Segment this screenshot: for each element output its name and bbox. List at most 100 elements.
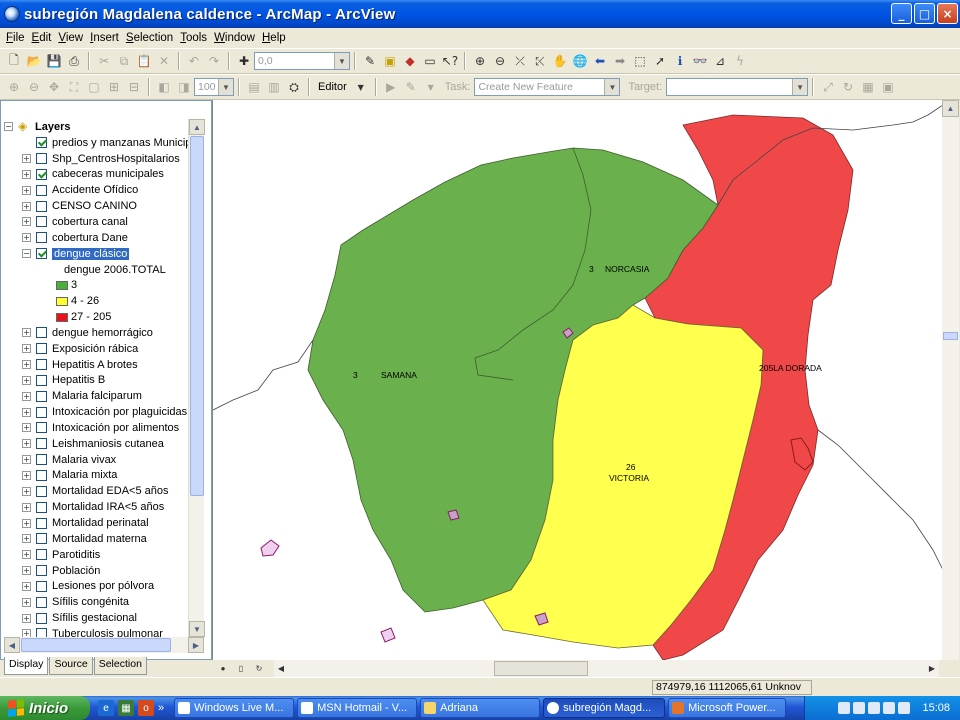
undo-icon[interactable]: ↶ [185, 52, 203, 70]
layer-visibility-checkbox[interactable] [36, 248, 47, 260]
scrollbar-thumb[interactable] [21, 638, 171, 652]
collapse-icon[interactable]: − [22, 249, 31, 259]
layer-name[interactable]: Sífilis congénita [52, 596, 129, 608]
sketch-tool-icon[interactable]: ✎ [402, 78, 420, 96]
start-button[interactable]: Inicio [0, 696, 90, 720]
minimize-button[interactable]: _ [891, 3, 912, 24]
layer-row[interactable]: + Sífilis congénita [4, 594, 192, 610]
expand-icon[interactable]: + [22, 470, 31, 480]
layout-view-icon[interactable]: ▯ [234, 662, 248, 676]
expand-icon[interactable]: + [22, 233, 31, 243]
toc-horizontal-scrollbar[interactable]: ◀ ▶ [4, 637, 204, 653]
menu-window[interactable]: Window [214, 32, 255, 44]
fixed-zoom-page-icon[interactable]: ⊞ [105, 78, 123, 96]
layer-name[interactable]: Mortalidad materna [52, 533, 147, 545]
layer-row[interactable]: + cobertura Dane [4, 230, 192, 246]
layer-visibility-checkbox[interactable] [36, 596, 47, 608]
add-data-icon[interactable]: ✚ [235, 52, 253, 70]
measure-icon[interactable]: ⊿ [711, 52, 729, 70]
expand-icon[interactable]: + [22, 391, 31, 401]
refresh-icon[interactable]: ↻ [252, 662, 266, 676]
layer-name[interactable]: Sífilis gestacional [52, 612, 137, 624]
arctoolbox-icon[interactable]: ◆ [401, 52, 419, 70]
expand-icon[interactable]: + [22, 154, 31, 164]
expand-icon[interactable]: + [22, 439, 31, 449]
command-line-icon[interactable]: ▭ [421, 52, 439, 70]
collapse-icon[interactable]: − [4, 122, 13, 132]
layer-row[interactable]: + Parotiditis [4, 547, 192, 563]
menu-selection[interactable]: Selection [126, 32, 173, 44]
fixed-zoom-in-icon[interactable]: ⤫ [511, 52, 529, 70]
layer-name[interactable]: Exposición rábica [52, 343, 138, 355]
expand-icon[interactable]: + [22, 169, 31, 179]
layer-name[interactable]: Mortalidad EDA<5 años [52, 485, 168, 497]
layer-row[interactable]: + Shp_CentrosHospitalarios [4, 151, 192, 167]
expand-icon[interactable]: + [22, 597, 31, 607]
layer-row[interactable]: − dengue clásico [4, 246, 192, 262]
menu-view[interactable]: View [58, 32, 83, 44]
scroll-up-icon[interactable]: ▲ [189, 119, 205, 135]
layer-row[interactable]: + Hepatitis A brotes [4, 357, 192, 373]
expand-icon[interactable]: + [22, 185, 31, 195]
expand-icon[interactable]: + [22, 613, 31, 623]
redo-icon[interactable]: ↷ [205, 52, 223, 70]
map-view[interactable]: 3 NORCASIA 3 SAMANA 205LA DORADA 26 VICT… [212, 100, 942, 660]
scroll-up-icon[interactable]: ▲ [942, 100, 959, 117]
hyperlink-icon[interactable]: ϟ [731, 52, 749, 70]
find-icon[interactable]: 👓 [691, 52, 709, 70]
layer-name[interactable]: Lesiones por pólvora [52, 580, 154, 592]
layer-name[interactable]: Malaria vivax [52, 454, 116, 466]
split-tool-icon[interactable]: ⤢ [819, 78, 837, 96]
expand-icon[interactable]: + [22, 518, 31, 528]
layer-visibility-checkbox[interactable] [36, 549, 47, 561]
scroll-down-icon[interactable]: ▼ [189, 621, 205, 637]
map-canvas[interactable] [213, 100, 942, 660]
new-document-icon[interactable]: 🗋 [5, 52, 23, 70]
layer-row[interactable]: + Lesiones por pólvora [4, 578, 192, 594]
open-folder-icon[interactable]: 📂 [25, 52, 43, 70]
layer-visibility-checkbox[interactable] [36, 374, 47, 386]
layer-visibility-checkbox[interactable] [36, 343, 47, 355]
expand-icon[interactable]: + [22, 423, 31, 433]
full-extent-icon[interactable]: 🌐 [571, 52, 589, 70]
layer-row[interactable]: + Exposición rábica [4, 341, 192, 357]
layers-root[interactable]: − ◈ Layers [4, 119, 192, 135]
scrollbar-thumb[interactable] [943, 332, 958, 340]
editor-toolbar-icon[interactable]: ✎ [361, 52, 379, 70]
copy-icon[interactable]: ⧉ [115, 52, 133, 70]
whats-this-icon[interactable]: ↖? [441, 52, 459, 70]
back-page-icon[interactable]: ◧ [155, 78, 173, 96]
zoom-out-icon[interactable]: ⊖ [491, 52, 509, 70]
expand-icon[interactable]: + [22, 201, 31, 211]
layer-visibility-checkbox[interactable] [36, 501, 47, 513]
fixed-zoom-out-icon[interactable]: ⤪ [531, 52, 549, 70]
tray-icon[interactable] [853, 702, 866, 714]
layer-name[interactable]: Hepatitis A brotes [52, 359, 138, 371]
layer-visibility-checkbox[interactable] [36, 216, 47, 228]
layer-name[interactable]: dengue clásico [52, 247, 130, 260]
layer-row[interactable]: + CENSO CANINO [4, 198, 192, 214]
tray-icon[interactable] [883, 702, 896, 714]
menu-help[interactable]: Help [262, 32, 286, 44]
expand-icon[interactable]: + [22, 360, 31, 370]
layer-row[interactable]: + Malaria falciparum [4, 388, 192, 404]
task-adriana[interactable]: Adriana [420, 698, 541, 718]
layer-visibility-checkbox[interactable] [36, 232, 47, 244]
expand-icon[interactable]: + [22, 566, 31, 576]
layer-row[interactable]: + Mortalidad EDA<5 años [4, 483, 192, 499]
zoom-in-page-icon[interactable]: ⊕ [5, 78, 23, 96]
layer-row[interactable]: + Intoxicación por plaguicidas [4, 404, 192, 420]
layer-name[interactable]: Intoxicación por plaguicidas [52, 406, 187, 418]
tab-display[interactable]: Display [4, 657, 49, 675]
layer-name[interactable]: Leishmaniosis cutanea [52, 438, 164, 450]
layer-row[interactable]: + dengue hemorrágico [4, 325, 192, 341]
tray-icon[interactable] [838, 702, 851, 714]
arccatalog-icon[interactable]: ▣ [381, 52, 399, 70]
delete-icon[interactable]: ✕ [155, 52, 173, 70]
layer-name[interactable]: cobertura Dane [52, 232, 128, 244]
layer-visibility-checkbox[interactable] [36, 137, 47, 149]
scrollbar-thumb[interactable] [190, 136, 204, 496]
layer-visibility-checkbox[interactable] [36, 422, 47, 434]
layer-name[interactable]: CENSO CANINO [52, 200, 137, 212]
map-vertical-scrollbar[interactable]: ▲ [942, 100, 959, 660]
